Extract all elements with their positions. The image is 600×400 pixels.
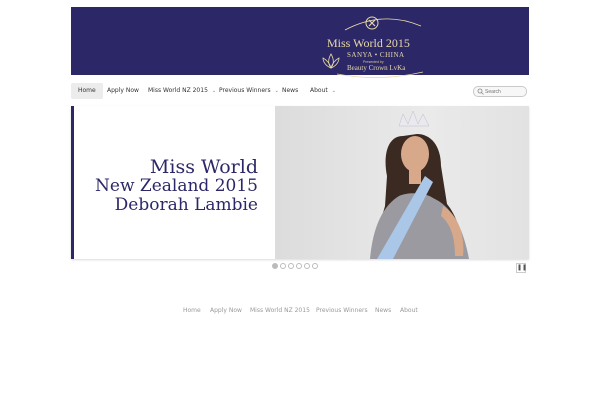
slide-dot-5[interactable] — [304, 263, 310, 269]
chevron-down-icon: ⌄ — [274, 88, 279, 94]
hero-slider: Miss World New Zealand 2015 Deborah Lamb… — [71, 106, 529, 259]
slide-caption-line2: New Zealand 2015 — [95, 176, 258, 196]
nav-item-about[interactable]: About ⌄ — [310, 83, 336, 99]
chevron-down-icon: ⌄ — [211, 88, 217, 94]
site-header: Miss World 2015 SANYA • CHINA Presented … — [71, 7, 529, 78]
slide-dot-1[interactable] — [272, 263, 278, 269]
nav-item-label: About — [310, 87, 328, 94]
footer-nav: Home Apply Now Miss World NZ 2015 Previo… — [0, 307, 600, 317]
footer-link-home[interactable]: Home — [183, 307, 201, 314]
nav-item-apply-now[interactable]: Apply Now — [107, 83, 139, 99]
slide-caption: Miss World New Zealand 2015 Deborah Lamb… — [95, 157, 258, 215]
winner-portrait-illustration — [370, 110, 469, 259]
footer-link-apply-now[interactable]: Apply Now — [210, 307, 242, 314]
slide-caption-line3: Deborah Lambie — [114, 195, 258, 215]
nav-item-home[interactable]: Home — [71, 83, 103, 99]
nav-item-label: Apply Now — [107, 87, 139, 94]
nav-item-previous-winners[interactable]: Previous Winners ⌄ — [219, 83, 279, 99]
slide-caption-line1: Miss World — [149, 156, 258, 178]
site-logo[interactable]: Miss World 2015 SANYA • CHINA Presented … — [317, 16, 429, 80]
underline-swoosh-icon — [336, 71, 424, 78]
lotus-icon — [322, 53, 340, 69]
pause-button[interactable]: ❚❚ — [516, 263, 528, 273]
slide-dot-3[interactable] — [288, 263, 294, 269]
nav-item-miss-world-nz-2015[interactable]: Miss World NZ 2015 ⌄ — [148, 83, 216, 99]
main-nav: Home Apply Now Miss World NZ 2015 ⌄ Previ… — [71, 83, 529, 99]
footer-link-about[interactable]: About — [400, 307, 418, 314]
slide-dot-4[interactable] — [296, 263, 302, 269]
search-icon — [477, 88, 484, 95]
logo-title: Miss World 2015 — [327, 36, 410, 50]
footer-link-previous-winners[interactable]: Previous Winners — [316, 307, 368, 314]
chevron-down-icon: ⌄ — [331, 88, 336, 94]
winner-photo — [275, 106, 529, 259]
footer-link-miss-world-nz-2015[interactable]: Miss World NZ 2015 — [250, 307, 310, 314]
search-box — [473, 86, 527, 97]
nav-item-label: Miss World NZ 2015 — [148, 87, 208, 94]
nav-item-label: News — [282, 87, 299, 94]
swoosh-icon — [344, 18, 422, 31]
pause-icon: ❚❚ — [517, 264, 528, 271]
slide-dot-2[interactable] — [280, 263, 286, 269]
slide-accent-bar — [71, 106, 74, 259]
nav-item-label: Previous Winners — [219, 87, 271, 94]
nav-item-news[interactable]: News — [282, 83, 298, 99]
slide-dot-6[interactable] — [312, 263, 318, 269]
logo-subtitle: SANYA • CHINA — [347, 51, 405, 59]
search-input[interactable] — [485, 87, 523, 96]
nav-item-label: Home — [78, 87, 96, 94]
footer-link-news[interactable]: News — [375, 307, 391, 314]
